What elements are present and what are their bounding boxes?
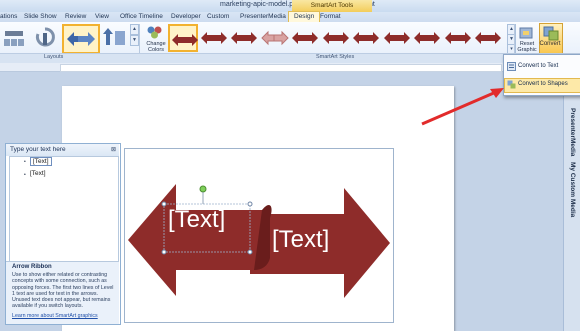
style-arrow-icon [383, 32, 410, 44]
tab-slide-show[interactable]: Slide Show [24, 12, 57, 22]
layout-thumb-2[interactable] [33, 25, 57, 51]
convert-to-shapes-icon [507, 80, 516, 89]
smartart-style-thumb[interactable] [443, 24, 473, 52]
side-tab-my-custom-media[interactable]: My Custom Media [569, 162, 576, 217]
layout-up-down-arrows-icon [103, 28, 125, 45]
menu-item-convert-to-shapes[interactable]: Convert to Shapes [518, 81, 568, 87]
layout-arrow-ribbon-icon [67, 32, 95, 46]
tab-format[interactable]: Format [320, 12, 341, 22]
resize-handle[interactable] [161, 249, 167, 255]
learn-more-link[interactable]: Learn more about SmartArt graphics [12, 313, 98, 319]
style-arrow-icon [260, 30, 289, 46]
style-arrow-icon [475, 32, 501, 44]
convert-to-text-icon [507, 62, 516, 71]
rotation-handle[interactable] [199, 185, 207, 193]
convert-button[interactable] [539, 23, 563, 54]
smartart-style-thumb[interactable] [290, 24, 320, 52]
tab-review[interactable]: Review [65, 12, 86, 22]
smartart-style-thumb[interactable] [412, 24, 442, 52]
reset-graphic-label: Reset Graphic [517, 41, 537, 53]
style-arrow-icon [200, 32, 227, 44]
layout-hierarchy-icon [4, 31, 24, 46]
group-label-layouts: Layouts [44, 54, 64, 60]
left-arrow-text[interactable]: [Text] [168, 206, 225, 234]
layout-arrow-ribbon-selected[interactable] [62, 24, 100, 54]
change-colors-label: Change Colors [146, 41, 166, 53]
resize-handle[interactable] [247, 201, 253, 207]
color-palette-icon [147, 26, 162, 39]
style-arrow-icon [172, 34, 198, 46]
resize-handle[interactable] [161, 201, 167, 207]
text-pane-item[interactable]: [Text] [30, 157, 52, 166]
style-arrow-icon [414, 32, 440, 44]
bullet-icon: • [24, 159, 26, 165]
ruler [0, 63, 580, 72]
group-label-smartart-styles: SmartArt Styles [316, 54, 355, 60]
left-arrow-shape[interactable] [128, 184, 262, 296]
text-pane-title: Type your text here [10, 146, 66, 153]
style-arrow-icon [292, 32, 318, 44]
smartart-style-thumb[interactable] [351, 24, 381, 52]
reset-graphic-icon [519, 27, 533, 39]
tab-developer[interactable]: Developer [171, 12, 201, 22]
tab-office-timeline[interactable]: Office Timeline [120, 12, 163, 22]
text-pane-item[interactable]: [Text] [30, 170, 46, 177]
smartart-styles-gallery [168, 24, 506, 54]
layout-thumb-1[interactable] [2, 25, 26, 51]
convert-label: Convert [539, 41, 561, 47]
smartart-style-thumb[interactable] [260, 24, 290, 52]
tab-custom[interactable]: Custom [207, 12, 229, 22]
menu-item-convert-to-text[interactable]: Convert to Text [518, 63, 558, 69]
smartart-style-thumb[interactable] [473, 24, 503, 52]
smartart-style-thumb[interactable] [168, 24, 198, 52]
style-arrow-icon [444, 32, 471, 44]
tab-animations[interactable]: ations [0, 12, 17, 22]
smartart-style-thumb[interactable] [321, 24, 351, 52]
smartart-style-thumb[interactable] [382, 24, 412, 52]
style-arrow-icon [322, 32, 349, 44]
convert-icon [543, 26, 559, 41]
smartart-style-thumb[interactable] [229, 24, 259, 52]
ribbon-group-labels [0, 53, 580, 63]
resize-handle[interactable] [247, 249, 253, 255]
layout-description: Use to show either related or contrastin… [12, 272, 114, 310]
layouts-scroll-up[interactable]: ▲ [130, 24, 139, 35]
tab-presentermedia[interactable]: PresenterMedia [240, 12, 286, 22]
style-arrow-icon [231, 32, 257, 44]
smartart-graphic [128, 184, 390, 298]
close-icon[interactable]: ⊠ [111, 146, 116, 153]
right-arrow-text[interactable]: [Text] [272, 226, 329, 254]
layouts-scroll-down[interactable]: ▼ [130, 35, 139, 46]
smartart-style-thumb[interactable] [199, 24, 229, 52]
annotation-arrow [421, 88, 504, 126]
tab-view[interactable]: View [95, 12, 109, 22]
layout-circular-arrows-icon [35, 27, 55, 47]
side-tab-presentermedia[interactable]: PresenterMedia [569, 108, 576, 156]
layout-thumb-4[interactable] [101, 25, 127, 51]
style-arrow-icon [353, 32, 379, 44]
layout-name: Arrow Ribbon [12, 264, 52, 270]
bullet-icon: • [24, 172, 26, 178]
